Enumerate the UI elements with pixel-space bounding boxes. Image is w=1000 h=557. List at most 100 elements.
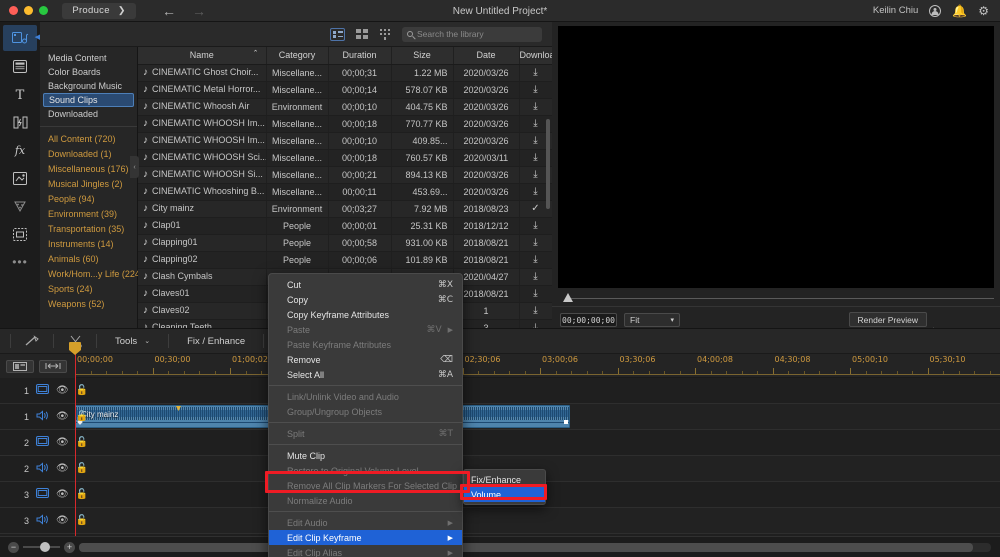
timeline-horizontal-scrollbar[interactable] bbox=[79, 542, 991, 552]
timeline-track-video-1[interactable]: 1 👁 🔓 bbox=[0, 378, 1000, 404]
tag-item-sports[interactable]: Sports (24) bbox=[40, 282, 137, 297]
download-icon[interactable]: ⤓ bbox=[533, 186, 537, 197]
tag-item-work-home-daily-life[interactable]: Work/Hom...y Life (224) bbox=[40, 267, 143, 282]
tag-item-downloaded[interactable]: Downloaded (1) bbox=[40, 147, 137, 162]
download-icon[interactable]: ⤓ bbox=[533, 118, 537, 129]
tag-item-transportation[interactable]: Transportation (35) bbox=[40, 222, 137, 237]
cell-download[interactable]: ⤓ bbox=[519, 268, 552, 286]
collapse-panel-button[interactable]: ‹ bbox=[130, 156, 139, 178]
tag-item-weapons[interactable]: Weapons (52) bbox=[40, 297, 137, 312]
marker-icon[interactable] bbox=[15, 328, 49, 354]
table-row[interactable]: ♪ CINEMATIC Ghost Choir... Miscellane... 00… bbox=[138, 64, 552, 82]
table-row[interactable]: ♪ CINEMATIC Whoosh Air Environment 00;00;10… bbox=[138, 98, 552, 116]
menu-item-copy[interactable]: Copy ⌘C bbox=[269, 292, 462, 307]
rail-effects-icon[interactable]: fx bbox=[3, 137, 37, 163]
minimize-window-button[interactable] bbox=[24, 6, 33, 15]
account-icon[interactable] bbox=[929, 4, 942, 17]
menu-item-remove[interactable]: Remove ⌫ bbox=[269, 352, 462, 367]
detail-view-icon[interactable] bbox=[378, 28, 393, 41]
track-lane[interactable] bbox=[75, 508, 1000, 533]
visibility-toggle-icon[interactable]: 👁 bbox=[56, 411, 69, 422]
timeline-zoom-control[interactable]: − + bbox=[0, 541, 75, 553]
rail-text-icon[interactable]: T bbox=[3, 81, 37, 107]
table-row[interactable]: ♪ Clap01 People 00;00;01 25.31 KB 2018/12/12 ⤓ bbox=[138, 217, 552, 235]
download-icon[interactable]: ⤓ bbox=[533, 288, 537, 299]
table-row[interactable]: ♪ City mainz Environment 00;03;27 7.92 MB 201… bbox=[138, 200, 552, 218]
menu-item-copy-keyframe-attributes[interactable]: Copy Keyframe Attributes bbox=[269, 307, 462, 322]
visibility-toggle-icon[interactable]: 👁 bbox=[56, 489, 69, 500]
download-icon[interactable]: ⤓ bbox=[533, 237, 537, 248]
lock-icon[interactable]: 🔓 bbox=[76, 463, 88, 474]
column-header-date[interactable]: Date bbox=[453, 47, 520, 65]
lock-icon[interactable]: 🔓 bbox=[76, 515, 88, 526]
context-menu[interactable]: Cut ⌘X Copy ⌘C Copy Keyframe Attributes Paste… bbox=[268, 273, 463, 557]
maximize-window-button[interactable] bbox=[39, 6, 48, 15]
timeline-track-video-2[interactable]: 2 👁 🔓 bbox=[0, 430, 1000, 456]
category-item-color-boards[interactable]: Color Boards bbox=[40, 65, 137, 79]
window-controls[interactable] bbox=[0, 6, 48, 15]
category-item-sound-clips[interactable]: Sound Clips bbox=[43, 93, 134, 107]
produce-mode-button[interactable]: Produce ❯ bbox=[62, 2, 136, 19]
rail-more-icon[interactable]: ••• bbox=[3, 249, 37, 275]
render-preview-button[interactable]: Render Preview bbox=[848, 312, 927, 327]
download-icon[interactable]: ⤓ bbox=[533, 220, 537, 231]
track-lane[interactable] bbox=[75, 430, 1000, 455]
lock-icon[interactable]: 🔓 bbox=[76, 385, 88, 396]
category-item-downloaded[interactable]: Downloaded bbox=[40, 107, 137, 121]
visibility-toggle-icon[interactable]: 👁 bbox=[56, 515, 69, 526]
column-header-name[interactable]: Name ⌃ bbox=[138, 47, 267, 65]
submenu-item-volume[interactable]: Volume bbox=[464, 487, 545, 502]
table-row[interactable]: ♪ CINEMATIC Whooshing B... Miscellane... 00… bbox=[138, 183, 552, 201]
rail-title-boards-icon[interactable] bbox=[3, 53, 37, 79]
lock-icon[interactable]: 🔓 bbox=[76, 489, 88, 500]
context-submenu[interactable]: Fix/Enhance Volume bbox=[463, 469, 546, 505]
download-icon[interactable]: ⤓ bbox=[533, 169, 537, 180]
cell-download[interactable]: ⤓ bbox=[519, 81, 552, 99]
rail-media-content-icon[interactable] bbox=[3, 25, 40, 51]
column-header-duration[interactable]: Duration bbox=[328, 47, 392, 65]
lock-icon[interactable]: 🔓 bbox=[76, 437, 88, 448]
table-row[interactable]: ♪ Clapping01 People 00;00;58 931.00 KB 2018/0… bbox=[138, 234, 552, 252]
snapshot-timeline-button[interactable] bbox=[6, 359, 34, 373]
lock-icon[interactable]: 🔓 bbox=[76, 411, 88, 422]
track-lane[interactable] bbox=[75, 378, 1000, 403]
timeline-track-audio-1[interactable]: 1 👁 🔓 City mainz bbox=[0, 404, 1000, 430]
playhead[interactable] bbox=[69, 342, 81, 536]
rail-transition-icon[interactable] bbox=[3, 109, 37, 135]
rail-particle-icon[interactable] bbox=[3, 193, 37, 219]
rail-template-icon[interactable] bbox=[3, 221, 37, 247]
tools-menu-button[interactable]: Tools ⌄ bbox=[101, 336, 164, 347]
clip-keyframe-end[interactable] bbox=[564, 420, 568, 424]
menu-item-edit-clip-keyframe[interactable]: Edit Clip Keyframe ▶ bbox=[269, 530, 462, 545]
library-vertical-scrollbar[interactable] bbox=[546, 119, 550, 209]
download-icon[interactable]: ⤓ bbox=[533, 152, 537, 163]
table-row[interactable]: ♪ CINEMATIC WHOOSH Im... Miscellane... 00;0… bbox=[138, 115, 552, 133]
check-icon[interactable]: ✓ bbox=[531, 203, 539, 214]
download-icon[interactable]: ⤓ bbox=[533, 305, 537, 316]
close-window-button[interactable] bbox=[9, 6, 18, 15]
table-row[interactable]: ♪ CINEMATIC Metal Horror... Miscellane... 0… bbox=[138, 81, 552, 99]
grid-view-icon[interactable] bbox=[354, 28, 369, 41]
category-item-background-music[interactable]: Background Music bbox=[40, 79, 137, 93]
preview-scrubber[interactable] bbox=[558, 292, 994, 304]
download-icon[interactable]: ⤓ bbox=[533, 254, 537, 265]
table-row[interactable]: ♪ CINEMATIC WHOOSH Sci... Miscellane... 00;… bbox=[138, 149, 552, 167]
search-library-box[interactable]: Search the library bbox=[402, 26, 542, 42]
cell-download[interactable]: ⤓ bbox=[519, 285, 552, 303]
horizontal-scrollbar-thumb[interactable] bbox=[79, 542, 973, 552]
tag-item-all-content[interactable]: All Content (720) bbox=[40, 132, 137, 147]
timeline-track-audio-3[interactable]: 3 👁 🔓 bbox=[0, 508, 1000, 534]
visibility-toggle-icon[interactable]: 👁 bbox=[56, 463, 69, 474]
tag-item-miscellaneous[interactable]: Miscellaneous (176) bbox=[40, 162, 137, 177]
download-icon[interactable]: ⤓ bbox=[533, 271, 537, 282]
column-header-category[interactable]: Category bbox=[266, 47, 329, 65]
tag-item-musical-jingles[interactable]: Musical Jingles (2) bbox=[40, 177, 137, 192]
visibility-toggle-icon[interactable]: 👁 bbox=[56, 385, 69, 396]
download-icon[interactable]: ⤓ bbox=[533, 84, 537, 95]
rail-overlay-icon[interactable] bbox=[3, 165, 37, 191]
tag-item-animals[interactable]: Animals (60) bbox=[40, 252, 137, 267]
zoom-out-button[interactable]: − bbox=[8, 541, 19, 553]
cell-download[interactable]: ⤓ bbox=[519, 251, 552, 269]
menu-item-cut[interactable]: Cut ⌘X bbox=[269, 277, 462, 292]
preview-fit-select[interactable]: Fit ▾ bbox=[624, 313, 680, 327]
